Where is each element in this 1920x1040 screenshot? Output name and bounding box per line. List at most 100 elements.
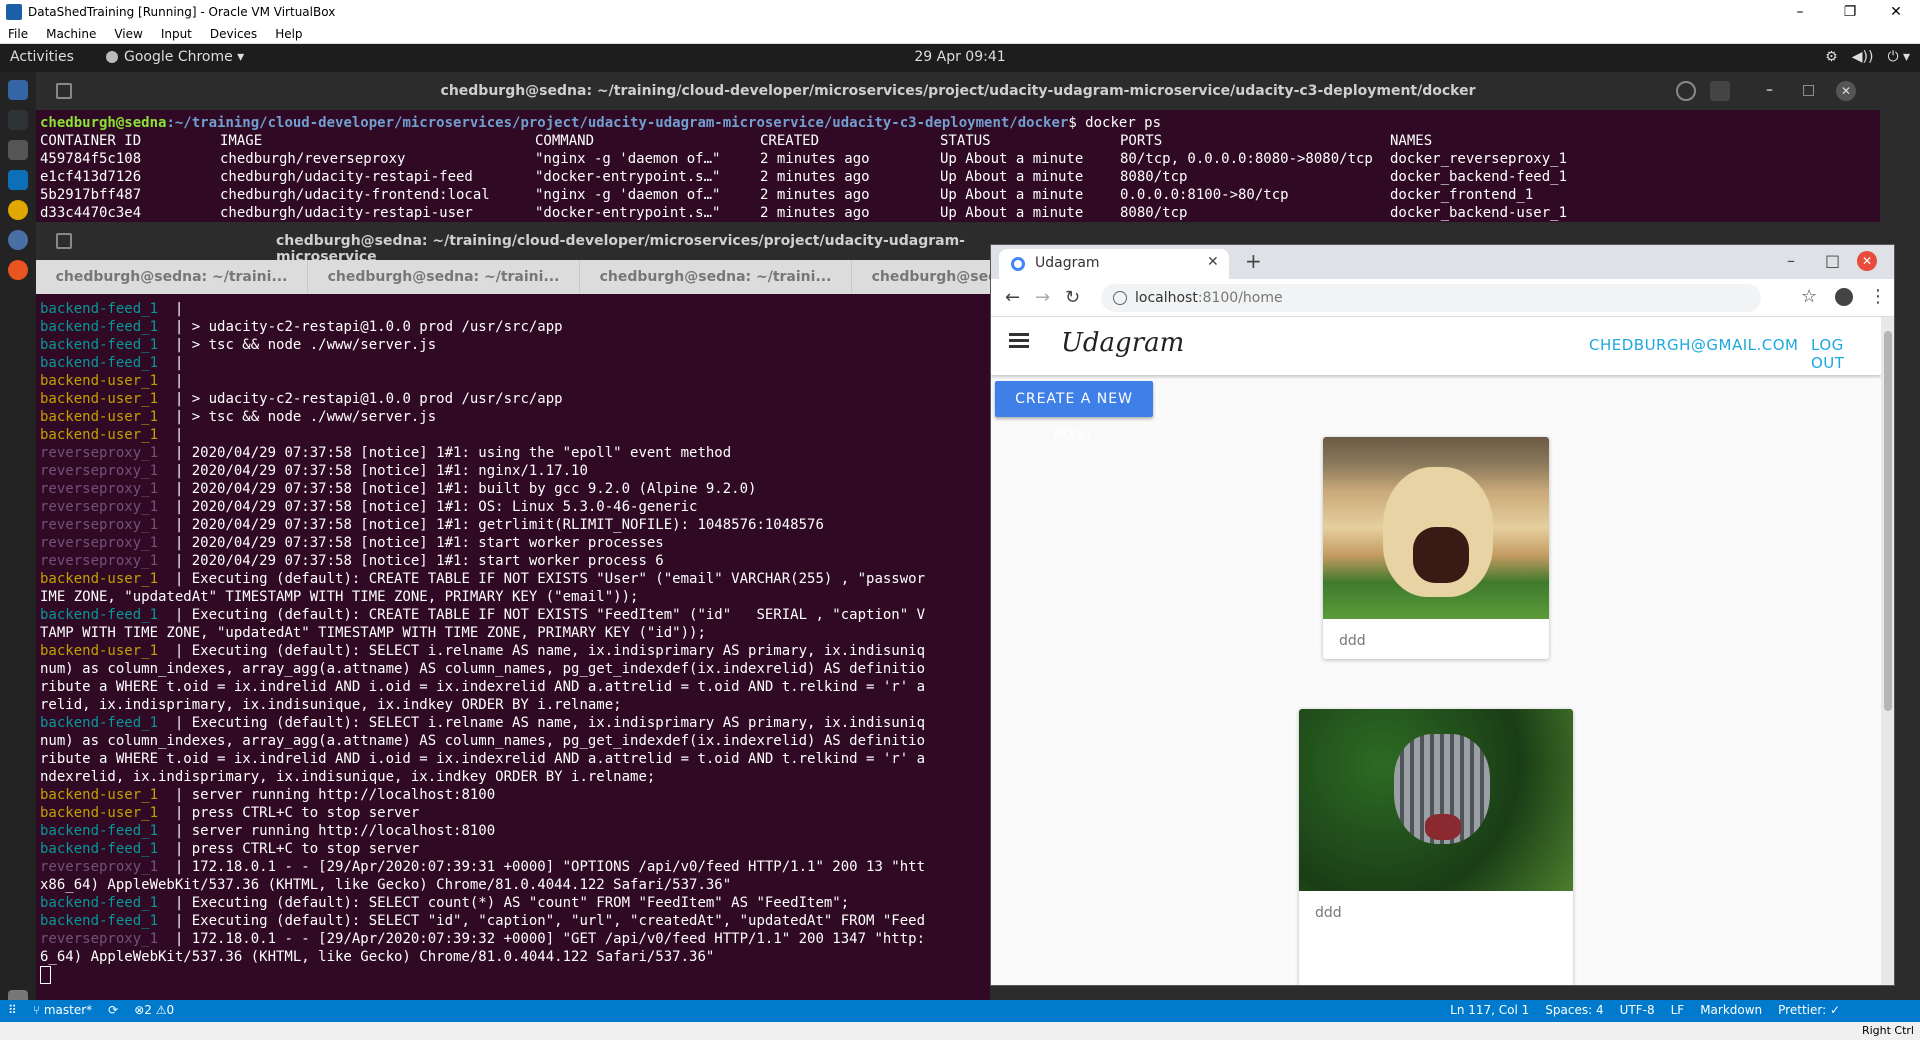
logout-link[interactable]: LOG OUT (1811, 336, 1881, 372)
log-source: backend-user_1 (40, 391, 167, 407)
close-icon[interactable]: ✕ (1836, 81, 1856, 101)
remote-icon[interactable]: ⠿ (8, 1003, 17, 1017)
user-email-link[interactable]: CHEDBURGH@GMAIL.COM (1589, 336, 1798, 354)
prettier-status[interactable]: Prettier: ✓ (1778, 1003, 1840, 1017)
feed-card[interactable]: ddd (1323, 437, 1549, 659)
log-source: backend-feed_1 (40, 301, 167, 317)
minimize-icon[interactable]: – (1787, 251, 1795, 270)
system-tray[interactable]: ⚙ ◀)) ⏻ ▾ (1825, 49, 1910, 65)
log-output: backend-feed_1 | backend-feed_1 | > udaci… (40, 300, 925, 966)
address-bar[interactable]: localhost:8100/home (1101, 284, 1761, 312)
log-line: backend-feed_1 | server running http://l… (40, 822, 925, 840)
volume-icon: ◀)) (1851, 49, 1874, 65)
terminal-tab[interactable]: chedburgh@sedna: ~/traini... (36, 260, 308, 294)
menu-input[interactable]: Input (161, 27, 192, 41)
log-text: | 2020/04/29 07:37:58 [notice] 1#1: usin… (166, 445, 732, 461)
git-branch[interactable]: ⑂ master* (33, 1003, 92, 1017)
terminal-tab[interactable]: chedburgh@sedna: ~/traini... (852, 260, 990, 294)
clock[interactable]: 29 Apr 09:41 (0, 49, 1920, 65)
table-header-cell: PORTS (1120, 133, 1163, 149)
log-text: | Executing (default): SELECT i.relname … (166, 643, 926, 659)
menu-machine[interactable]: Machine (46, 27, 96, 41)
maximize-icon[interactable]: □ (1825, 251, 1840, 270)
log-text: | (166, 373, 184, 389)
log-source: reverseproxy_1 (40, 931, 167, 947)
minimize-button[interactable]: – (1780, 0, 1820, 24)
menu-file[interactable]: File (8, 27, 28, 41)
log-line: backend-user_1 | > udacity-c2-restapi@1.… (40, 390, 925, 408)
menu-devices[interactable]: Devices (210, 27, 257, 41)
forward-icon[interactable]: → (1035, 287, 1050, 308)
log-text: num) as column_indexes, array_agg(a.attn… (40, 733, 926, 749)
page-scrollbar[interactable] (1881, 317, 1894, 985)
log-source: reverseproxy_1 (40, 481, 167, 497)
table-cell: 5b2917bff487 (40, 187, 142, 203)
hamburger-menu-icon[interactable] (1009, 333, 1029, 336)
new-tab-icon[interactable] (56, 233, 72, 249)
close-tab-icon[interactable]: ✕ (1207, 254, 1219, 270)
post-caption: ddd (1315, 905, 1342, 921)
profile-avatar-icon[interactable] (1835, 288, 1853, 306)
cursor-position[interactable]: Ln 117, Col 1 (1450, 1003, 1529, 1017)
log-text: | 2020/04/29 07:37:58 [notice] 1#1: star… (166, 553, 664, 569)
log-line: 6_64) AppleWebKit/537.36 (KHTML, like Ge… (40, 948, 925, 966)
table-cell: 8080/tcp (1120, 169, 1188, 185)
log-text: | > udacity-c2-restapi@1.0.0 prod /usr/s… (166, 391, 563, 407)
chrome-dock-icon[interactable] (8, 200, 28, 220)
table-cell: 0.0.0.0:8100->80/tcp (1120, 187, 1289, 203)
terminal-window-docker-ps[interactable]: chedburgh@sedna: ~/training/cloud-develo… (36, 72, 1880, 222)
browser-tab[interactable]: Udagram ✕ (999, 249, 1229, 279)
minimize-icon[interactable]: – (1766, 82, 1773, 98)
new-tab-button[interactable]: + (1245, 249, 1262, 273)
restore-button[interactable]: ❐ (1830, 0, 1870, 24)
back-icon[interactable]: ← (1005, 287, 1020, 308)
terminal-icon[interactable] (8, 140, 28, 160)
close-icon[interactable]: ✕ (1857, 251, 1877, 271)
search-icon[interactable] (1676, 81, 1696, 101)
brand-logo[interactable]: Udagram (1061, 328, 1184, 358)
scrollbar-thumb[interactable] (1884, 331, 1892, 711)
encoding[interactable]: UTF-8 (1620, 1003, 1655, 1017)
info-icon (1113, 291, 1127, 305)
kebab-menu-icon[interactable]: ⋮ (1869, 286, 1887, 307)
log-source: backend-user_1 (40, 805, 167, 821)
prompt-user: chedburgh@sedna (40, 115, 167, 131)
feed-card[interactable]: ddd (1299, 709, 1573, 985)
create-post-button[interactable]: CREATE A NEW POST (995, 381, 1153, 443)
log-line: backend-user_1 | server running http://l… (40, 786, 925, 804)
log-source: backend-user_1 (40, 571, 167, 587)
table-cell: chedburgh/udacity-frontend:local (220, 187, 490, 203)
log-text: num) as column_indexes, array_agg(a.attn… (40, 661, 926, 677)
settings-icon[interactable] (8, 230, 28, 250)
table-header-cell: COMMAND (535, 133, 595, 149)
log-source: backend-feed_1 (40, 715, 167, 731)
ubuntu-software-icon[interactable] (8, 260, 28, 280)
close-button[interactable]: ✕ (1876, 0, 1916, 24)
host-key-label: Right Ctrl (1861, 1024, 1914, 1037)
maximize-icon[interactable]: □ (1802, 82, 1815, 98)
terminal-tab[interactable]: chedburgh@sedna: ~/traini... (308, 260, 580, 294)
terminal-window-logs[interactable]: chedburgh@sedna: ~/training/cloud-develo… (36, 222, 990, 1000)
language-mode[interactable]: Markdown (1700, 1003, 1762, 1017)
app-menu[interactable]: Google Chrome ▾ (106, 49, 244, 65)
prompt-path: :~/training/cloud-developer/microservice… (166, 115, 1069, 131)
log-line: num) as column_indexes, array_agg(a.attn… (40, 660, 925, 678)
hamburger-menu-icon[interactable] (1710, 81, 1730, 101)
indentation[interactable]: Spaces: 4 (1545, 1003, 1603, 1017)
menu-help[interactable]: Help (275, 27, 302, 41)
menu-view[interactable]: View (114, 27, 142, 41)
problems-indicator[interactable]: ⊗2 ⚠0 (134, 1003, 174, 1017)
table-cell: Up About a minute (940, 187, 1084, 203)
log-line: reverseproxy_1 | 172.18.0.1 - - [29/Apr/… (40, 930, 925, 948)
udagram-page: Udagram CHEDBURGH@GMAIL.COM LOG OUT CREA… (991, 317, 1894, 985)
reload-icon[interactable]: ↻ (1065, 287, 1080, 308)
sync-icon[interactable]: ⟳ (108, 1003, 118, 1017)
terminal-tab[interactable]: chedburgh@sedna: ~/traini... (580, 260, 852, 294)
files-icon[interactable] (8, 80, 28, 100)
post-image (1323, 437, 1549, 619)
line-ending[interactable]: LF (1671, 1003, 1685, 1017)
text-editor-icon[interactable] (8, 110, 28, 130)
vscode-icon[interactable] (8, 170, 28, 190)
chrome-window[interactable]: Udagram ✕ + – □ ✕ ← → ↻ localhost:8100/h… (990, 244, 1895, 986)
bookmark-star-icon[interactable]: ☆ (1801, 286, 1817, 307)
